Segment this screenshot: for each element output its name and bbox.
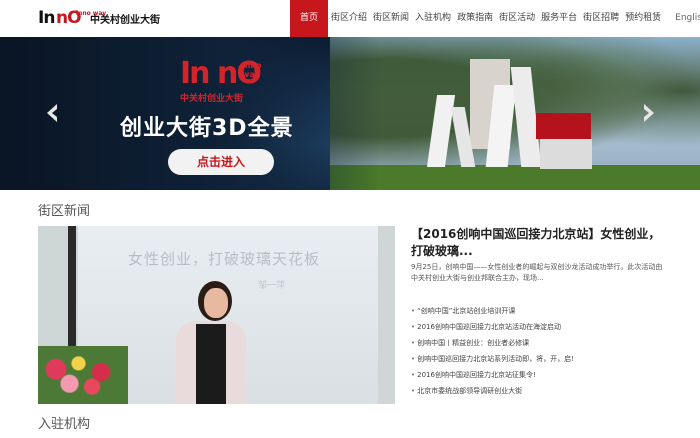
photo-flowers [38, 346, 128, 404]
nav-recruitment[interactable]: 街区招聘 [580, 0, 622, 37]
banner-red-sign [536, 113, 591, 139]
bullet-icon: • [411, 307, 416, 315]
hero-banner[interactable]: In nO inno way 中关村创业大街 创业大街3D全景 点击进入 [0, 37, 700, 190]
banner-logo: In nO inno way 中关村创业大街 [180, 57, 270, 107]
news-list-item[interactable]: • 创响中国巡回接力北京站系列活动即，将，开，启! [411, 351, 667, 367]
news-item-label: 北京市委统战部领导调研创业大街 [417, 387, 523, 395]
news-list-item[interactable]: • 创响中国丨精益创业：创业者必修课 [411, 335, 667, 351]
chevron-left-icon[interactable] [43, 102, 63, 124]
photo-screen-text: 女性创业，打破玻璃天花板 [128, 250, 321, 268]
main-nav: 首页 街区介绍 街区新闻 入驻机构 政策指南 街区活动 服务平台 街区招聘 预约… [290, 0, 700, 37]
news-item-label: 创响中国丨精益创业：创业者必修课 [417, 339, 530, 347]
enter-3d-button[interactable]: 点击进入 [168, 149, 274, 175]
nav-policy-guide[interactable]: 政策指南 [454, 0, 496, 37]
news-list-item[interactable]: • 2016创响中国巡回接力北京站征集令! [411, 367, 667, 383]
news-list-item[interactable]: • 2016创响中国巡回接力北京站活动在海淀启动 [411, 319, 667, 335]
bullet-icon: • [411, 355, 416, 363]
banner-logo-small: inno way [242, 61, 262, 79]
bullet-icon: • [411, 323, 416, 331]
news-list-item[interactable]: • “创响中国”北京站创业培训开课 [411, 303, 667, 319]
news-item-label: 创响中国巡回接力北京站系列活动即，将，开，启! [417, 355, 574, 363]
news-list: • “创响中国”北京站创业培训开课 • 2016创响中国巡回接力北京站活动在海淀启动… [411, 303, 667, 399]
banner-photo-grass [330, 165, 700, 190]
logo-mark-black: In [38, 8, 55, 28]
nav-home[interactable]: 首页 [290, 0, 329, 37]
nav-district-intro[interactable]: 街区介绍 [328, 0, 370, 37]
logo-name: 中关村创业大街 [90, 15, 160, 26]
photo-speaker-top [196, 324, 226, 404]
photo-speaker-face [204, 288, 228, 318]
bullet-icon: • [411, 371, 416, 379]
chevron-right-icon[interactable] [638, 102, 658, 124]
news-summary: 9月25日，创响中国——女性创业者的崛起与双创沙龙活动成功举行。此次活动由中关村… [411, 263, 663, 282]
banner-title: 创业大街3D全景 [120, 116, 294, 141]
news-list-item[interactable]: • 北京市委统战部领导调研创业大街 [411, 383, 667, 399]
news-section-title: 街区新闻 [38, 204, 91, 219]
news-item-label: 2016创响中国巡回接力北京站征集令! [417, 371, 536, 379]
institutions-section-title: 入驻机构 [38, 417, 91, 432]
news-featured-photo[interactable]: 女性创业，打破玻璃天花板 邹一萍 [38, 226, 395, 404]
banner-logo-cn: 中关村创业大街 [180, 94, 244, 104]
nav-district-events[interactable]: 街区活动 [496, 0, 538, 37]
bullet-icon: • [411, 339, 416, 347]
news-item-label: “创响中国”北京站创业培训开课 [417, 307, 516, 315]
nav-institutions[interactable]: 入驻机构 [412, 0, 454, 37]
nav-service-platform[interactable]: 服务平台 [538, 0, 580, 37]
banner-sculpture [540, 139, 592, 169]
bullet-icon: • [411, 387, 416, 395]
nav-english[interactable]: English [672, 0, 700, 37]
photo-screen-subtext: 邹一萍 [258, 281, 286, 291]
site-logo[interactable]: In nO inno way 中关村创业大街 [38, 8, 160, 30]
nav-booking-rental[interactable]: 预约租赁 [622, 0, 664, 37]
nav-district-news[interactable]: 街区新闻 [370, 0, 412, 37]
news-item-label: 2016创响中国巡回接力北京站活动在海淀启动 [417, 323, 561, 331]
site-header: In nO inno way 中关村创业大街 首页 街区介绍 街区新闻 入驻机构… [0, 0, 700, 37]
news-headline-link[interactable]: 【2016创响中国巡回接力北京站】女性创业，打破玻璃... [411, 226, 666, 260]
